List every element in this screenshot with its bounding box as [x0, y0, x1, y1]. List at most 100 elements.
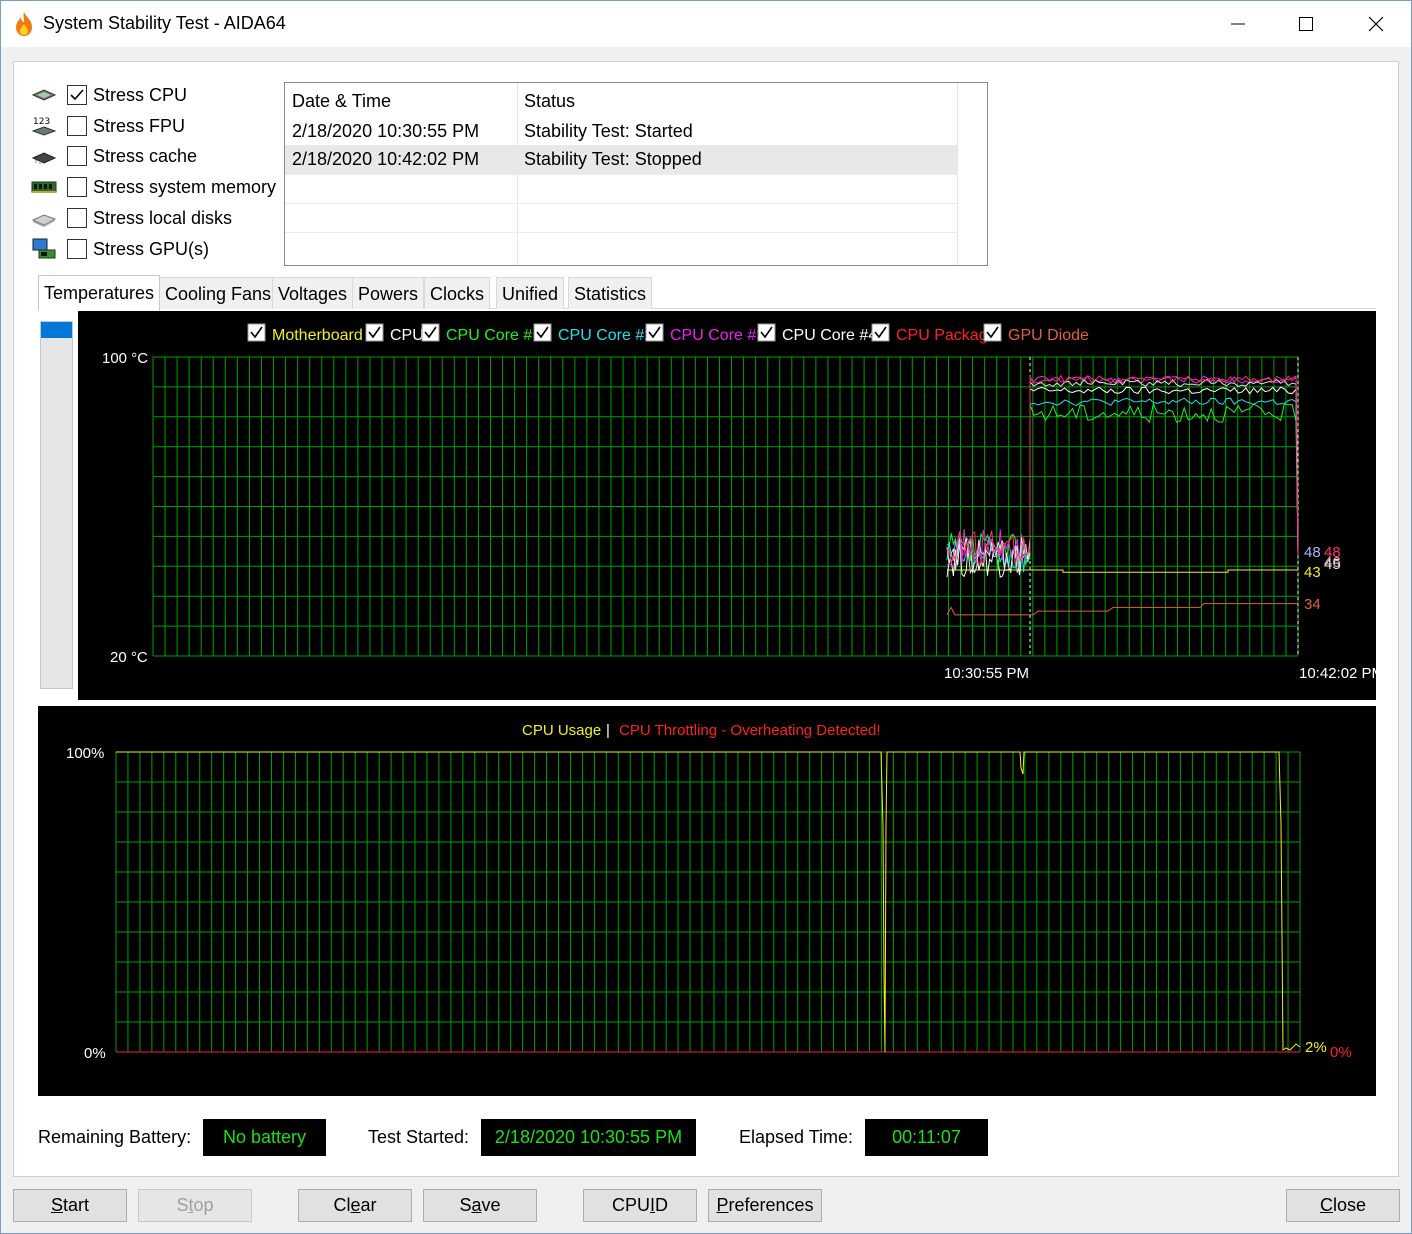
legend-item-motherboard[interactable]: Motherboard	[247, 323, 363, 344]
stress-checkbox[interactable]	[67, 208, 87, 228]
column-header-status[interactable]: Status	[517, 83, 575, 117]
usage-grid	[115, 751, 1301, 1053]
temperature-chart-svg: Motherboard CPU CPU Core #1 CPU Core #2 CPU …	[102, 323, 1384, 682]
minimize-button[interactable]	[1203, 1, 1273, 47]
close-icon	[1368, 16, 1384, 32]
y-axis-max-label: 100 °C	[102, 350, 148, 367]
gpu-monitor-icon	[31, 238, 57, 260]
legend-item-cpu[interactable]: CPU	[365, 323, 424, 344]
usage-end-value: 2%	[1305, 1039, 1327, 1056]
elapsed-time-label: Elapsed Time:	[739, 1127, 854, 1147]
checkmark-icon	[70, 89, 84, 101]
legend-label: Motherboard	[272, 327, 363, 344]
temperature-chart: Motherboard CPU CPU Core #1 CPU Core #2 CPU …	[78, 311, 1384, 700]
stress-option-label: Stress CPU	[93, 84, 188, 105]
tab-voltages[interactable]: Voltages	[272, 277, 354, 309]
stress-checkbox[interactable]	[67, 116, 87, 136]
tab-unified[interactable]: Unified	[496, 277, 565, 309]
series-cpu-core-3	[946, 375, 1299, 567]
cpu-usage-chart: CPU Usage | CPU Throttling - Overheating D…	[38, 706, 1376, 1096]
legend-label: CPU Core #4	[782, 327, 877, 344]
y-axis-max-label: 100%	[66, 745, 104, 762]
stress-option-stress-local-disks[interactable]: Stress local disks	[31, 204, 232, 232]
legend-item-cpu-core-2[interactable]: CPU Core #2	[533, 323, 653, 344]
log-status: Stability Test: Started	[524, 121, 693, 141]
stress-option-label: Stress GPU(s)	[93, 238, 210, 259]
aida64-flame-icon	[16, 12, 32, 36]
series-gpu-diode	[946, 603, 1298, 616]
tab-statistics[interactable]: Statistics	[568, 277, 653, 309]
preferences-button[interactable]: Preferences	[708, 1189, 822, 1222]
legend-label: CPU Core #2	[558, 327, 653, 344]
legend-item-gpu-diode[interactable]: GPU Diode	[983, 323, 1089, 344]
close-window-button[interactable]	[1341, 1, 1411, 47]
x-axis-label: 10:42:02 PM	[1299, 665, 1376, 682]
stress-option-label: Stress system memory	[93, 176, 277, 197]
test-started-label: Test Started:	[368, 1127, 470, 1147]
svg-text:123: 123	[33, 117, 50, 127]
battery-label: Remaining Battery:	[38, 1127, 192, 1147]
end-value-label: 48	[1304, 544, 1321, 561]
stress-option-stress-gpu-s[interactable]: Stress GPU(s)	[31, 235, 209, 263]
aida64-window: System Stability Test - AIDA64 Stress CP…	[0, 0, 1412, 1234]
stress-option-stress-cache[interactable]: Stress cache	[31, 142, 197, 170]
stress-option-stress-fpu[interactable]: 123 Stress FPU	[31, 112, 185, 140]
maximize-button[interactable]	[1271, 1, 1341, 47]
legend-label: GPU Diode	[1008, 327, 1089, 344]
table-row[interactable]: 2/18/2020 10:42:02 PM Stability Test: St…	[285, 145, 957, 174]
battery-value: No battery	[203, 1119, 326, 1156]
cpu-usage-chart-svg: CPU Usage | CPU Throttling - Overheating D…	[66, 722, 1352, 1062]
usage-title: CPU Usage	[522, 722, 601, 739]
stress-option-label: Stress FPU	[93, 115, 186, 136]
log-datetime: 2/18/2020 10:42:02 PM	[292, 149, 480, 169]
tab-powers[interactable]: Powers	[352, 277, 425, 309]
elapsed-time-value: 00:11:07	[865, 1119, 988, 1156]
stress-option-stress-system-memory[interactable]: Stress system memory	[31, 173, 276, 201]
y-axis-min-label: 20 °C	[110, 649, 148, 666]
save-button[interactable]: Sa ve	[423, 1189, 537, 1222]
log-status: Stability Test: Stopped	[524, 149, 702, 169]
tab-clocks[interactable]: Clocks	[424, 277, 491, 309]
y-axis-min-label: 0%	[84, 1045, 106, 1062]
legend-label: CPU Package	[896, 327, 997, 344]
stress-checkbox[interactable]	[67, 85, 87, 105]
legend-label: CPU	[390, 327, 424, 344]
minimize-icon	[1231, 23, 1245, 25]
tab-cooling-fans[interactable]: Cooling Fans	[159, 277, 278, 309]
title-separator: |	[606, 722, 610, 739]
fpu-123-icon: 123	[31, 115, 57, 137]
legend-item-cpu-core-1[interactable]: CPU Core #1	[421, 323, 541, 344]
log-datetime: 2/18/2020 10:30:55 PM	[292, 121, 480, 141]
title-bar: System Stability Test - AIDA64	[1, 1, 1411, 47]
clear-button[interactable]: Cl e ar	[298, 1189, 412, 1222]
event-log-table[interactable]: Date & Time Status 2/18/2020 10:30:55 PM…	[284, 82, 988, 266]
disk-drive-icon	[31, 207, 57, 229]
table-row[interactable]: 2/18/2020 10:30:55 PM Stability Test: St…	[285, 117, 957, 146]
legend-item-cpu-core-3[interactable]: CPU Core #3	[645, 323, 765, 344]
temperature-grid	[152, 356, 1299, 657]
legend-item-cpu-package[interactable]: CPU Package	[871, 323, 997, 344]
cpuid-button[interactable]: CPU I D	[583, 1189, 697, 1222]
legend-label: CPU Core #3	[670, 327, 765, 344]
close-button[interactable]: Close	[1286, 1189, 1400, 1222]
cpu-chip-icon	[31, 84, 57, 106]
memory-module-icon	[31, 176, 57, 198]
throttling-title: CPU Throttling - Overheating Detected!	[619, 722, 881, 739]
start-button[interactable]: Start	[13, 1189, 127, 1222]
scrollbar-thumb[interactable]	[41, 322, 72, 338]
stress-option-stress-cpu[interactable]: Stress CPU	[31, 81, 187, 109]
end-value-label: 43	[1304, 564, 1321, 581]
x-axis-label: 10:30:55 PM	[944, 665, 1029, 682]
stress-checkbox[interactable]	[67, 146, 87, 166]
test-started-value: 2/18/2020 10:30:55 PM	[481, 1119, 696, 1156]
column-header-datetime[interactable]: Date & Time	[285, 83, 391, 117]
tab-temperatures[interactable]: Temperatures	[38, 275, 161, 311]
end-value-label: 34	[1304, 596, 1321, 613]
stop-button[interactable]: St op	[138, 1189, 252, 1222]
stress-option-label: Stress cache	[93, 145, 198, 166]
legend-item-cpu-core-4[interactable]: CPU Core #4	[757, 323, 877, 344]
window-title: System Stability Test - AIDA64	[43, 13, 286, 33]
stress-checkbox[interactable]	[67, 177, 87, 197]
sensor-scrollbar[interactable]	[40, 321, 73, 689]
stress-checkbox[interactable]	[67, 239, 87, 259]
